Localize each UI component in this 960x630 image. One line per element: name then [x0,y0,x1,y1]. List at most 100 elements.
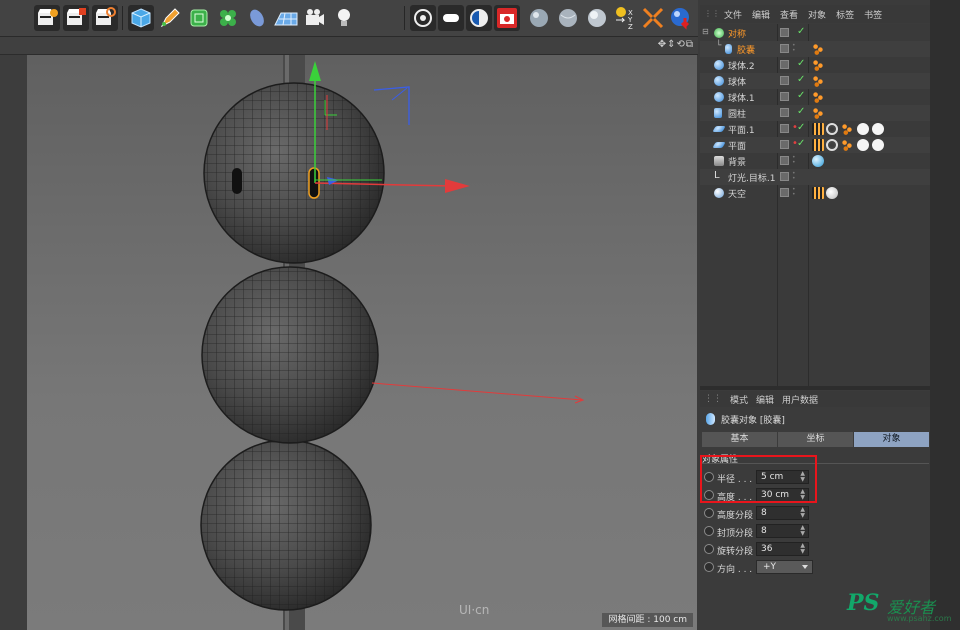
menu-file[interactable]: 文件 [724,8,742,21]
material-tag-icon[interactable] [812,107,824,119]
layer-flag-icon[interactable] [780,28,789,37]
layer-flag-icon[interactable] [780,44,789,53]
layer-flag-icon[interactable] [780,60,789,69]
spinner-icon[interactable]: ▲ ▼ [800,525,805,537]
spinner-icon[interactable]: ▲ ▼ [800,543,805,555]
cap-segments-field[interactable]: 8 ▲ ▼ [756,524,809,538]
object-row-capsule[interactable]: └ 胶囊 • • [700,41,930,57]
enabled-check-icon[interactable]: ✓ [797,122,805,133]
material-tag-icon[interactable] [812,59,824,71]
tab-basic[interactable]: 基本 [702,432,777,447]
chevron-down-icon [802,565,808,569]
enabled-check-icon[interactable]: ✓ [797,106,805,117]
layer-flag-icon[interactable] [780,76,789,85]
tab-object[interactable]: 对象 [854,432,929,447]
height-segments-field[interactable]: 8 ▲ ▼ [756,506,809,520]
orientation-dropdown[interactable]: +Y [756,560,813,574]
render-tag-icon[interactable] [812,139,824,151]
layer-flag-icon[interactable] [780,108,789,117]
object-row-symmetry[interactable]: ⊟ 对称 ✓ [700,25,930,41]
material-tag-icon[interactable] [812,155,824,167]
target-render-icon[interactable] [410,5,436,31]
object-row-sphere2[interactable]: 球体.2 ✓ [700,57,930,73]
white-material-icon[interactable] [857,123,869,135]
xyz-axis-icon[interactable]: XYZ [612,5,638,31]
render-to-picture-viewer-icon[interactable] [63,5,89,31]
white-material-icon[interactable] [872,139,884,151]
rotation-segments-field[interactable]: 36 ▲ ▼ [756,542,809,556]
object-row-background[interactable]: 背景 • • [700,153,930,169]
enabled-check-icon[interactable]: ✓ [797,138,805,149]
material-tag-icon[interactable] [841,123,853,135]
layer-flag-icon[interactable] [780,156,789,165]
light-panel-icon[interactable] [438,5,464,31]
cube-icon[interactable] [128,5,154,31]
compositing-tag-icon[interactable] [826,139,838,151]
render-tag-icon[interactable] [812,123,824,135]
object-row-sphere1[interactable]: 球体.1 ✓ [700,89,930,105]
layer-flag-icon[interactable] [780,124,789,133]
object-label: 灯光.目标.1 [728,174,776,184]
menu-edit-attr[interactable]: 编辑 [756,393,774,406]
spinner-icon[interactable]: ▲ ▼ [800,507,805,519]
material-tag-icon[interactable] [812,75,824,87]
render-tag-icon[interactable] [812,187,824,199]
enabled-check-icon[interactable]: ✓ [797,90,805,101]
object-row-cylinder[interactable]: 圆柱 ✓ [700,105,930,121]
animate-radio-icon[interactable] [704,508,714,518]
sphere-drop-icon[interactable] [668,5,694,31]
white-material-icon[interactable] [872,123,884,135]
object-row-plane[interactable]: 平面 • ✓ [700,137,930,153]
animate-radio-icon[interactable] [704,562,714,572]
enabled-check-icon[interactable]: ✓ [797,74,805,85]
animate-radio-icon[interactable] [704,544,714,554]
deformer-icon[interactable] [244,5,270,31]
enabled-check-icon[interactable]: ✓ [797,58,805,69]
layer-flag-icon[interactable] [780,188,789,197]
camera-icon[interactable] [302,5,328,31]
floor-icon[interactable] [273,5,299,31]
enabled-check-icon[interactable]: ✓ [797,26,805,37]
material-sphere-icon[interactable] [526,5,552,31]
cloner-icon[interactable] [215,5,241,31]
animate-radio-icon[interactable] [704,526,714,536]
light-icon[interactable] [331,5,357,31]
menu-view[interactable]: 查看 [780,8,798,21]
white-material-icon[interactable] [857,139,869,151]
menu-edit[interactable]: 编辑 [752,8,770,21]
panel-divider[interactable] [700,386,930,390]
menu-mode[interactable]: 模式 [730,393,748,406]
perspective-viewport[interactable]: UI·cn 网格间距 : 100 cm [27,55,697,630]
render-settings-icon[interactable] [92,5,118,31]
menu-tags[interactable]: 标签 [836,8,854,21]
contrast-icon[interactable] [466,5,492,31]
render-view-icon[interactable] [34,5,60,31]
object-row-sphere[interactable]: 球体 ✓ [700,73,930,89]
collapse-toggle-icon[interactable]: ⊟ [702,27,709,36]
sky-material-icon[interactable] [826,187,838,199]
collapse-icon[interactable] [640,5,666,31]
object-row-plane1[interactable]: 平面.1 • ✓ [700,121,930,137]
layer-flag-icon[interactable] [780,140,789,149]
compositing-tag-icon[interactable] [826,123,838,135]
layer-flag-icon[interactable] [780,92,789,101]
material-sphere-3-icon[interactable] [584,5,610,31]
menu-bookmarks[interactable]: 书签 [864,8,882,21]
viewport-navigation-icons[interactable]: ✥⇕⟲⧉ [658,39,694,50]
material-sphere-2-icon[interactable] [555,5,581,31]
object-label: 胶囊 [737,46,756,56]
material-tag-icon[interactable] [812,91,824,103]
tab-coordinates[interactable]: 坐标 [778,432,853,447]
sphere-bottom [200,439,372,611]
pen-icon[interactable] [157,5,183,31]
layer-flag-icon[interactable] [780,172,789,181]
menu-user-data[interactable]: 用户数据 [782,393,818,406]
menu-object[interactable]: 对象 [808,8,826,21]
subdivision-surface-icon[interactable] [186,5,212,31]
object-row-light-target[interactable]: L 灯光.目标.1 • • [700,169,930,185]
attribute-tabs: 基本 坐标 对象 [702,432,929,447]
material-tag-icon[interactable] [841,139,853,151]
material-tag-icon[interactable] [812,43,824,55]
render-camera-icon[interactable] [494,5,520,31]
object-row-sky[interactable]: 天空 • • [700,185,930,201]
